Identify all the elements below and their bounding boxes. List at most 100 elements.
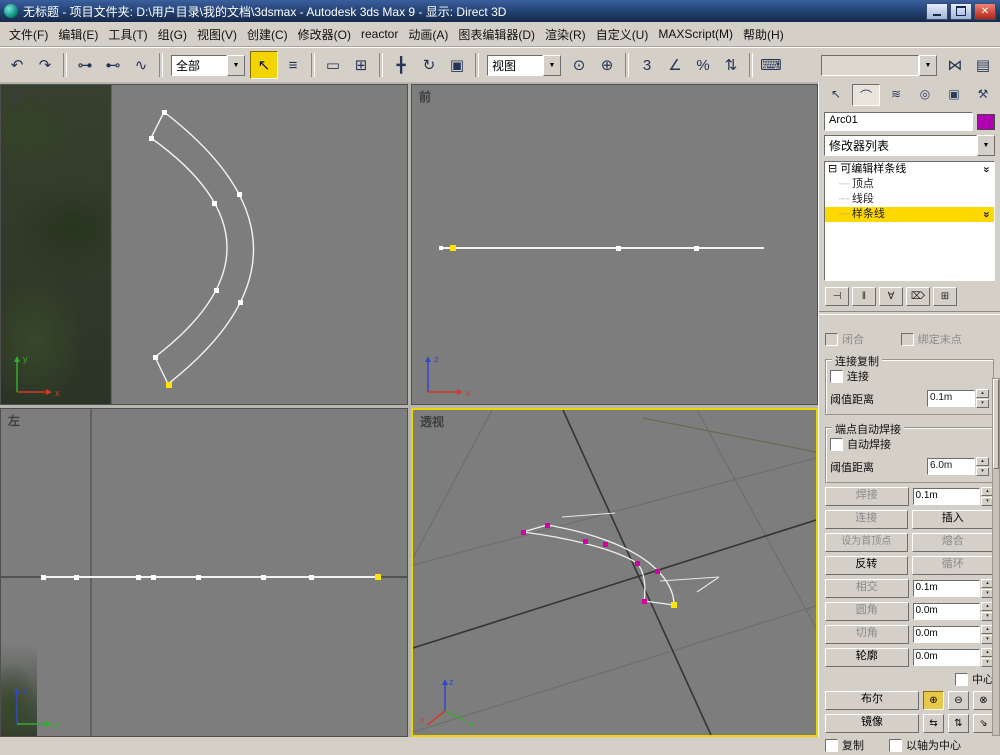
- select-by-name-button[interactable]: ≡: [280, 52, 306, 78]
- chevron-down-icon[interactable]: ▼: [919, 54, 937, 76]
- reverse-button[interactable]: 反转: [825, 556, 908, 575]
- unlink-selection-button[interactable]: ⊷: [100, 52, 126, 78]
- end-vertex[interactable]: [375, 574, 381, 580]
- cross-insert-field[interactable]: 0.1m: [912, 580, 980, 597]
- use-pivot-point-center-button[interactable]: ⊙: [566, 52, 592, 78]
- copy-checkbox[interactable]: 复制: [825, 737, 885, 753]
- menu-group[interactable]: 组(G): [153, 24, 192, 45]
- menu-tools[interactable]: 工具(T): [103, 24, 152, 45]
- selected-vertex[interactable]: [603, 542, 608, 547]
- vertex[interactable]: [162, 110, 167, 115]
- chevron-down-icon[interactable]: ▼: [227, 54, 245, 76]
- mirror-button[interactable]: ⋈: [942, 52, 968, 78]
- scrollbar-thumb[interactable]: [993, 379, 999, 469]
- about-pivot-checkbox[interactable]: 以轴为中心: [889, 737, 994, 753]
- viewport-label-top[interactable]: 顶: [8, 88, 20, 105]
- chamfer-field[interactable]: 0.0m: [912, 626, 980, 643]
- selection-filter-dropdown[interactable]: 全部 ▼: [171, 54, 245, 76]
- connect-copy-checkbox[interactable]: 连接: [830, 368, 989, 384]
- remove-modifier-button[interactable]: ⌦: [906, 287, 930, 306]
- align-button[interactable]: ▤: [970, 52, 996, 78]
- vertex[interactable]: [41, 575, 46, 580]
- modifier-list-dropdown[interactable]: 修改器列表 ▼: [824, 135, 995, 156]
- select-and-rotate-button[interactable]: ↻: [416, 52, 442, 78]
- menu-animation[interactable]: 动画(A): [403, 24, 453, 45]
- weld-field[interactable]: 0.1m: [912, 488, 980, 505]
- make-first-button[interactable]: 设为首顶点: [825, 533, 908, 552]
- mirror-vertical-icon[interactable]: ⇅: [948, 714, 969, 733]
- angle-snap-toggle-button[interactable]: ∠: [662, 52, 688, 78]
- fuse-button[interactable]: 熔合: [911, 533, 994, 552]
- close-button[interactable]: ✕: [974, 2, 996, 20]
- pin-stack-button[interactable]: ⊣: [825, 287, 849, 306]
- viewport-label-front[interactable]: 前: [419, 88, 431, 105]
- outline-button[interactable]: 轮廓: [825, 648, 909, 667]
- vertex[interactable]: [237, 192, 242, 197]
- selected-vertex[interactable]: [583, 539, 588, 544]
- tab-utilities[interactable]: ⚒: [970, 84, 996, 104]
- vertex[interactable]: [309, 575, 314, 580]
- viewport-label-left[interactable]: 左: [8, 412, 20, 429]
- boolean-subtraction-icon[interactable]: ⊖: [948, 691, 969, 710]
- selected-vertex[interactable]: [642, 599, 647, 604]
- select-and-link-button[interactable]: ⊶: [72, 52, 98, 78]
- object-color-swatch[interactable]: [977, 113, 995, 130]
- vertex[interactable]: [238, 300, 243, 305]
- collapse-icon[interactable]: ⊟: [828, 162, 837, 177]
- snaps-toggle-button[interactable]: 3: [634, 52, 660, 78]
- spinner-down-icon[interactable]: ▾: [976, 467, 989, 476]
- bind-to-space-warp-button[interactable]: ∿: [128, 52, 154, 78]
- boolean-button[interactable]: 布尔: [825, 691, 919, 710]
- make-unique-button[interactable]: ∀: [879, 287, 903, 306]
- fillet-button[interactable]: 圆角: [825, 602, 909, 621]
- viewport-label-perspective[interactable]: 透视: [420, 413, 444, 430]
- minimize-button[interactable]: [926, 2, 948, 20]
- fillet-field[interactable]: 0.0m: [912, 603, 980, 620]
- spinner-up-icon[interactable]: ▴: [976, 389, 989, 398]
- menu-maxscript[interactable]: MAXScript(M): [653, 25, 738, 43]
- chevron-down-icon[interactable]: ▼: [977, 135, 995, 156]
- select-and-scale-button[interactable]: ▣: [444, 52, 470, 78]
- selected-vertex[interactable]: [521, 530, 526, 535]
- menu-create[interactable]: 创建(C): [242, 24, 293, 45]
- menu-customize[interactable]: 自定义(U): [591, 24, 654, 45]
- viewport-front[interactable]: 前 z x: [411, 84, 818, 405]
- vertex[interactable]: [616, 246, 621, 251]
- menu-modifiers[interactable]: 修改器(O): [293, 24, 356, 45]
- vertex[interactable]: [439, 246, 443, 250]
- end-vertex[interactable]: [166, 382, 172, 388]
- vertex[interactable]: [153, 355, 158, 360]
- threshold-field[interactable]: 0.1m: [927, 390, 975, 407]
- named-selection-sets-input[interactable]: [821, 54, 919, 76]
- rectangular-selection-region-button[interactable]: ▭: [320, 52, 346, 78]
- vertex[interactable]: [212, 201, 217, 206]
- show-end-result-button[interactable]: ‖: [852, 287, 876, 306]
- tab-create[interactable]: ↖: [823, 84, 849, 104]
- spinner-snap-toggle-button[interactable]: ⇅: [718, 52, 744, 78]
- vertex[interactable]: [196, 575, 201, 580]
- stack-row-segment[interactable]: ┈┈ 线段: [825, 192, 994, 207]
- menu-views[interactable]: 视图(V): [192, 24, 242, 45]
- chevron-down-icon[interactable]: ▼: [543, 54, 561, 76]
- cross-insert-button[interactable]: 相交: [825, 579, 909, 598]
- object-name-input[interactable]: Arc01: [824, 112, 973, 131]
- stack-row-vertex[interactable]: ┈┈ 顶点: [825, 177, 994, 192]
- bind-last-checkbox[interactable]: 绑定末点: [900, 331, 994, 347]
- threshold-field[interactable]: 6.0m: [927, 458, 975, 475]
- configure-modifier-sets-button[interactable]: ⊞: [933, 287, 957, 306]
- end-vertex[interactable]: [671, 602, 677, 608]
- vertex[interactable]: [74, 575, 79, 580]
- select-object-button[interactable]: ↖: [250, 51, 278, 79]
- keyboard-shortcut-override-button[interactable]: ⌨: [758, 52, 784, 78]
- connect-button[interactable]: 连接: [825, 510, 908, 529]
- rollout-scrollbar[interactable]: [992, 378, 1000, 736]
- percent-snap-toggle-button[interactable]: %: [690, 52, 716, 78]
- auto-weld-checkbox[interactable]: 自动焊接: [830, 436, 989, 452]
- spinner-up-icon[interactable]: ▴: [976, 457, 989, 466]
- menu-rendering[interactable]: 渲染(R): [540, 24, 591, 45]
- spinner-arrows[interactable]: ▴ ▾: [976, 389, 989, 408]
- tab-display[interactable]: ▣: [941, 84, 967, 104]
- mirror-both-icon[interactable]: ⇘: [973, 714, 994, 733]
- vertex[interactable]: [151, 575, 156, 580]
- chamfer-button[interactable]: 切角: [825, 625, 909, 644]
